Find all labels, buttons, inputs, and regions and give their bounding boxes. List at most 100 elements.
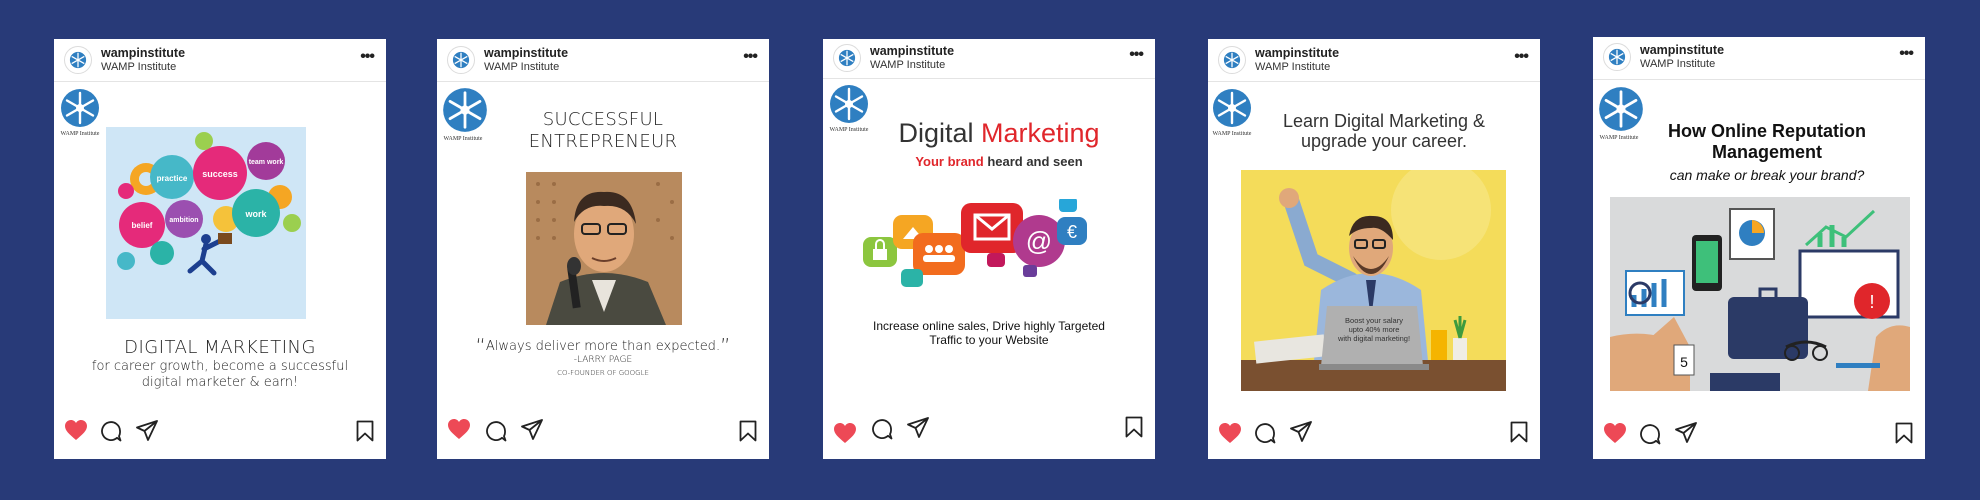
quote-author: -LARRY PAGE bbox=[573, 355, 633, 365]
account-name: WAMP Institute bbox=[484, 61, 560, 73]
heart-icon[interactable] bbox=[1603, 422, 1627, 444]
portrait-illustration bbox=[526, 172, 682, 325]
gear-label: success bbox=[202, 169, 238, 179]
post-card-2: wampinstitute WAMP Institute ••• WAMP In… bbox=[437, 39, 769, 459]
profile-avatar[interactable] bbox=[833, 44, 861, 72]
post-image[interactable]: WAMP Institute practice success team wor… bbox=[54, 82, 386, 402]
heart-icon[interactable] bbox=[447, 418, 471, 440]
quote: Always deliver more than expected. bbox=[485, 339, 721, 354]
post-headline: SUCCESSFUL bbox=[542, 109, 664, 130]
action-bar bbox=[823, 416, 1155, 451]
account-name: WAMP Institute bbox=[101, 61, 177, 73]
laptop-text: Boost your salary upto 40% more with dig… bbox=[1331, 316, 1417, 343]
post-body: for career growth, become a successful bbox=[91, 359, 349, 374]
gear-label: team work bbox=[249, 159, 284, 166]
more-options-icon[interactable]: ••• bbox=[743, 49, 758, 65]
svg-text:5: 5 bbox=[1680, 354, 1688, 370]
more-options-icon[interactable]: ••• bbox=[360, 49, 375, 65]
snowflake-logo-icon bbox=[1608, 48, 1626, 66]
send-icon[interactable] bbox=[521, 419, 543, 440]
post-card-1: wampinstitute WAMP Institute ••• WAMP In… bbox=[54, 39, 386, 459]
snowflake-logo-icon bbox=[838, 49, 856, 67]
speech-bubbles-illustration: @ € bbox=[863, 199, 1087, 287]
brand-logo: WAMP Institute bbox=[59, 88, 101, 137]
post-tagline: Your brand heard and seen bbox=[843, 154, 1155, 169]
send-icon[interactable] bbox=[1290, 421, 1312, 442]
post-card-5: wampinstitute WAMP Institute ••• WAMP In… bbox=[1593, 37, 1925, 459]
post-image[interactable]: WAMP Institute Learn Digital Marketing &… bbox=[1208, 82, 1540, 402]
snowflake-logo-icon bbox=[452, 51, 470, 69]
post-headline: How Online Reputation bbox=[1668, 121, 1866, 141]
svg-text:@: @ bbox=[1026, 226, 1052, 256]
username[interactable]: wampinstitute bbox=[870, 44, 954, 58]
gears-illustration: practice success team work belief ambiti… bbox=[106, 127, 306, 319]
username[interactable]: wampinstitute bbox=[1640, 43, 1724, 57]
post-headline: Digital Marketing bbox=[843, 118, 1155, 149]
post-body: digital marketer & earn! bbox=[141, 375, 299, 390]
profile-avatar[interactable] bbox=[1603, 43, 1631, 71]
logo-text: WAMP Institute bbox=[60, 131, 100, 137]
username[interactable]: wampinstitute bbox=[101, 46, 185, 60]
post-card-4: wampinstitute WAMP Institute ••• WAMP In… bbox=[1208, 39, 1540, 459]
send-icon[interactable] bbox=[136, 420, 158, 441]
post-header: wampinstitute WAMP Institute ••• bbox=[823, 39, 1155, 79]
heart-icon[interactable] bbox=[1218, 422, 1242, 444]
post-subtitle: can make or break your brand? bbox=[1669, 167, 1865, 183]
bookmark-icon[interactable] bbox=[1895, 422, 1913, 444]
post-image[interactable]: WAMP Institute How Online Reputation Man… bbox=[1593, 80, 1925, 400]
laptop-text-line: upto 40% more bbox=[1348, 325, 1400, 334]
gear-label: belief bbox=[132, 221, 153, 230]
author-title: CO-FOUNDER OF GOOGLE bbox=[557, 369, 649, 377]
bookmark-icon[interactable] bbox=[1510, 421, 1528, 443]
username[interactable]: wampinstitute bbox=[1255, 46, 1339, 60]
action-bar bbox=[54, 417, 386, 447]
account-name: WAMP Institute bbox=[1640, 58, 1716, 70]
post-body: Traffic to your Website bbox=[929, 333, 1049, 347]
bookmark-icon[interactable] bbox=[739, 420, 757, 442]
gear-label: work bbox=[244, 209, 267, 219]
celebration-illustration: Boost your salary upto 40% more with dig… bbox=[1241, 170, 1506, 391]
heart-icon[interactable] bbox=[833, 422, 857, 444]
post-headline: ENTREPRENEUR bbox=[528, 131, 678, 152]
tagline-rest: heard and seen bbox=[987, 154, 1083, 169]
more-options-icon[interactable]: ••• bbox=[1514, 49, 1529, 65]
comment-icon[interactable] bbox=[1639, 423, 1661, 445]
post-headline: DIGITAL MARKETING bbox=[124, 337, 316, 358]
post-image[interactable]: WAMP Institute SUCCESSFUL ENTREPRENEUR “… bbox=[437, 82, 769, 402]
account-name: WAMP Institute bbox=[1255, 61, 1331, 73]
profile-avatar[interactable] bbox=[447, 46, 475, 74]
send-icon[interactable] bbox=[907, 417, 929, 438]
send-icon[interactable] bbox=[1675, 422, 1697, 443]
post-card-3: wampinstitute WAMP Institute ••• WAMP In… bbox=[823, 39, 1155, 459]
post-header: wampinstitute WAMP Institute ••• bbox=[437, 39, 769, 82]
post-headline: upgrade your career. bbox=[1300, 131, 1468, 151]
snowflake-logo-icon bbox=[69, 51, 87, 69]
gear-label: ambition bbox=[169, 217, 198, 224]
post-headline: Learn Digital Marketing & bbox=[1282, 111, 1486, 131]
snowflake-logo-icon bbox=[61, 89, 99, 127]
more-options-icon[interactable]: ••• bbox=[1899, 46, 1914, 62]
account-name: WAMP Institute bbox=[870, 59, 946, 71]
bookmark-icon[interactable] bbox=[356, 420, 374, 442]
post-header: wampinstitute WAMP Institute ••• bbox=[1208, 39, 1540, 82]
bookmark-icon[interactable] bbox=[1125, 416, 1143, 438]
comment-icon[interactable] bbox=[485, 420, 507, 442]
heart-icon[interactable] bbox=[64, 419, 88, 441]
title-word: Marketing bbox=[981, 118, 1100, 148]
title-word: Digital bbox=[898, 118, 974, 148]
laptop-text-line: Boost your salary bbox=[1345, 316, 1403, 325]
svg-text:!: ! bbox=[1869, 292, 1874, 312]
tagline-brand: Your brand bbox=[915, 154, 984, 169]
laptop-text-line: with digital marketing! bbox=[1337, 334, 1411, 343]
profile-avatar[interactable] bbox=[1218, 46, 1246, 74]
more-options-icon[interactable]: ••• bbox=[1129, 47, 1144, 63]
reputation-illustration: ! 5 bbox=[1610, 197, 1910, 391]
post-body: Increase online sales, Drive highly Targ… bbox=[873, 319, 1105, 333]
comment-icon[interactable] bbox=[1254, 422, 1276, 444]
comment-icon[interactable] bbox=[100, 420, 122, 442]
username[interactable]: wampinstitute bbox=[484, 46, 568, 60]
snowflake-logo-icon bbox=[1223, 51, 1241, 69]
post-image[interactable]: WAMP Institute Digital Marketing Your br… bbox=[823, 79, 1155, 399]
profile-avatar[interactable] bbox=[64, 46, 92, 74]
comment-icon[interactable] bbox=[871, 418, 893, 440]
